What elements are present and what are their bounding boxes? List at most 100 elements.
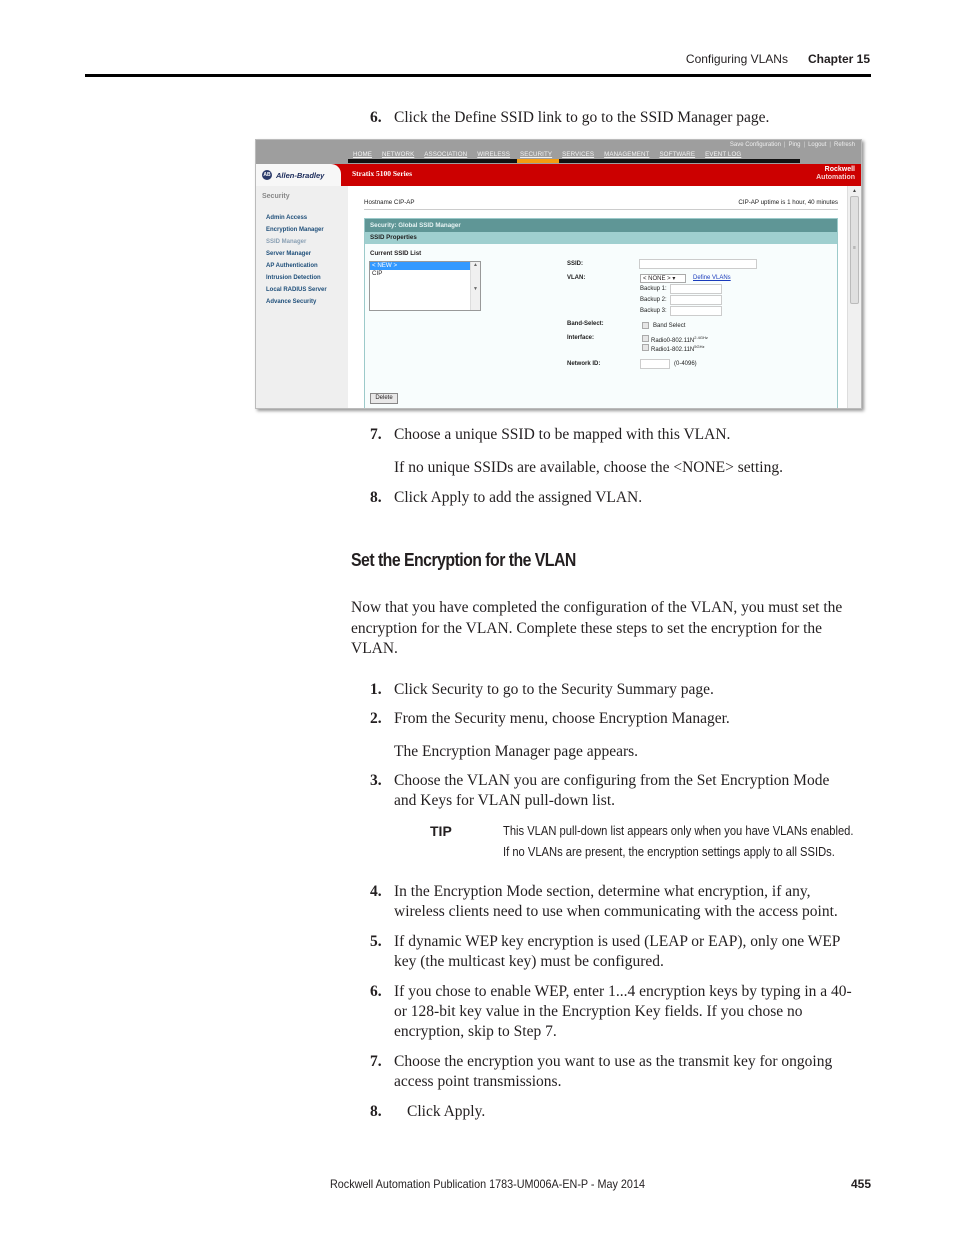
ssid-listbox[interactable]: < NEW > CIP ▲ ▼ — [369, 261, 481, 311]
step-number: 8. — [370, 1103, 382, 1120]
running-header: Configuring VLANs Chapter 15 — [686, 52, 870, 66]
step-text: If you chose to enable WEP, enter 1...4 … — [394, 983, 852, 1040]
uptime: CIP-AP uptime is 1 hour, 40 minutes — [738, 199, 838, 206]
enc-step-5: 5. If dynamic WEP key encryption is used… — [370, 932, 862, 972]
interface-label: Interface: — [567, 335, 595, 341]
enc-step-4: 4. In the Encryption Mode section, deter… — [370, 882, 855, 922]
enc-step-6: 6. If you chose to enable WEP, enter 1..… — [370, 982, 868, 1042]
backup-3-input[interactable] — [670, 306, 722, 316]
delete-button[interactable]: Delete — [370, 393, 398, 404]
rockwell-logo-line1: Rockwell — [824, 166, 855, 173]
step-number: 1. — [370, 681, 382, 698]
step-number: 6. — [370, 109, 382, 126]
enc-step-1: 1. Click Security to go to the Security … — [370, 680, 870, 700]
nav-underline — [348, 159, 800, 163]
divider — [364, 209, 838, 210]
tip-label: TIP — [430, 823, 452, 839]
header-rule — [85, 74, 871, 77]
network-id-label: Network ID: — [567, 361, 601, 367]
ssid-list-label: Current SSID List — [370, 250, 422, 257]
ssid-panel: Security: Global SSID Manager SSID Prope… — [364, 218, 838, 408]
step-text: Choose the encryption you want to use as… — [394, 1053, 833, 1090]
band-select-label: Band-Select: — [567, 321, 604, 327]
sidebar-item-local-radius-server[interactable]: Local RADIUS Server — [266, 284, 327, 296]
step-text: If dynamic WEP key encryption is used (L… — [394, 933, 840, 970]
step-number: 3. — [370, 772, 382, 789]
sidebar-item-ap-authentication[interactable]: AP Authentication — [266, 260, 327, 272]
security-sidebar: Security Admin Access Encryption Manager… — [256, 186, 348, 408]
sidebar-item-intrusion-detection[interactable]: Intrusion Detection — [266, 272, 327, 284]
step-text: Click Security to go to the Security Sum… — [394, 681, 714, 698]
backup-1-input[interactable] — [670, 284, 722, 294]
sidebar-item-admin-access[interactable]: Admin Access — [266, 212, 327, 224]
step-text: Choose the VLAN you are configuring from… — [394, 772, 830, 809]
step-text: In the Encryption Mode section, determin… — [394, 883, 838, 920]
tip-line-1: This VLAN pull-down list appears only wh… — [503, 823, 854, 838]
step-7-note: If no unique SSIDs are available, choose… — [394, 459, 783, 476]
brand-bar — [256, 164, 861, 186]
enc-step-3: 3. Choose the VLAN you are configuring f… — [370, 771, 855, 811]
scroll-up-icon[interactable]: ▲ — [473, 262, 478, 268]
network-id-input[interactable] — [640, 359, 670, 369]
save-configuration-link[interactable]: Save Configuration — [730, 142, 781, 148]
ssid-option-new[interactable]: < NEW > — [370, 262, 471, 270]
step-number: 8. — [370, 489, 382, 506]
tip-text: This VLAN pull-down list appears only wh… — [503, 820, 854, 862]
vlan-select[interactable]: < NONE > ▾ — [640, 274, 686, 283]
enc-step-2: 2. From the Security menu, choose Encryp… — [370, 709, 870, 729]
header-section: Configuring VLANs — [685, 52, 788, 66]
page-scrollbar[interactable]: ▲ ≡ — [847, 186, 861, 408]
step-number: 5. — [370, 933, 382, 950]
listbox-scrollbar[interactable]: ▲ ▼ — [470, 262, 480, 310]
step-text: Click Apply. — [407, 1103, 486, 1120]
tip-line-2: If no VLANs are present, the encryption … — [503, 844, 835, 859]
sidebar-item-advance-security[interactable]: Advance Security — [266, 296, 327, 308]
ssid-input[interactable] — [639, 259, 757, 269]
sidebar-item-server-manager[interactable]: Server Manager — [266, 248, 327, 260]
hostname: Hostname CIP-AP — [364, 199, 415, 206]
scroll-up-icon[interactable]: ▲ — [848, 188, 861, 194]
scrollbar-thumb[interactable]: ≡ — [850, 196, 859, 304]
page-number: 455 — [850, 1177, 871, 1191]
section-heading: Set the Encryption for the VLAN — [351, 550, 576, 570]
define-vlans-link[interactable]: Define VLANs — [693, 275, 731, 281]
panel-subtitle: SSID Properties — [365, 232, 837, 244]
band-select-option: Band Select — [653, 323, 686, 329]
vlan-label: VLAN: — [567, 275, 586, 281]
radio1-label: Radio1-802.11N5GHz — [651, 344, 705, 353]
step-2-note: The Encryption Manager page appears. — [394, 743, 639, 760]
ping-link[interactable]: Ping — [788, 142, 800, 148]
page-footer: Rockwell Automation Publication 1783-UM0… — [330, 1177, 871, 1191]
enc-step-7: 7. Choose the encryption you want to use… — [370, 1052, 855, 1092]
radio1-text: Radio1-802.11N — [651, 347, 695, 353]
utility-links: Save Configuration | Ping | Logout | Ref… — [730, 142, 855, 148]
radio0-checkbox[interactable] — [642, 335, 649, 342]
step-number: 7. — [370, 426, 382, 443]
band-select-checkbox[interactable] — [642, 322, 649, 329]
publication-info: Rockwell Automation Publication 1783-UM0… — [330, 1177, 645, 1191]
sidebar-item-encryption-manager[interactable]: Encryption Manager — [266, 224, 327, 236]
step-text: Click Apply to add the assigned VLAN. — [394, 489, 643, 506]
ssid-manager-screenshot: Save Configuration | Ping | Logout | Ref… — [255, 139, 862, 409]
ssid-label: SSID: — [567, 261, 584, 267]
radio1-checkbox[interactable] — [642, 344, 649, 351]
panel-title: Security: Global SSID Manager — [365, 219, 837, 232]
sidebar-item-ssid-manager[interactable]: SSID Manager — [266, 236, 327, 248]
network-id-range: (0-4096) — [674, 361, 697, 367]
rockwell-logo: Rockwell Automation — [816, 166, 855, 181]
ssid-option-cip[interactable]: CIP — [370, 270, 471, 278]
ssid-manager-content: Hostname CIP-AP CIP-AP uptime is 1 hour,… — [348, 186, 848, 408]
separator: | — [829, 142, 831, 148]
chevron-down-icon: ▾ — [672, 276, 676, 282]
refresh-link[interactable]: Refresh — [834, 142, 855, 148]
step-text: Click the Define SSID link to go to the … — [394, 109, 770, 126]
ab-logo-icon: AB — [262, 170, 272, 180]
step-number: 6. — [370, 983, 382, 1000]
radio0-label: Radio0-802.11N2.4GHz — [651, 335, 708, 344]
separator: | — [803, 142, 806, 148]
vlan-select-value: < NONE > — [643, 276, 671, 282]
scroll-down-icon[interactable]: ▼ — [473, 286, 478, 292]
backup-2-input[interactable] — [670, 295, 722, 305]
step-7: 7. Choose a unique SSID to be mapped wit… — [370, 425, 870, 445]
logout-link[interactable]: Logout — [808, 142, 826, 148]
